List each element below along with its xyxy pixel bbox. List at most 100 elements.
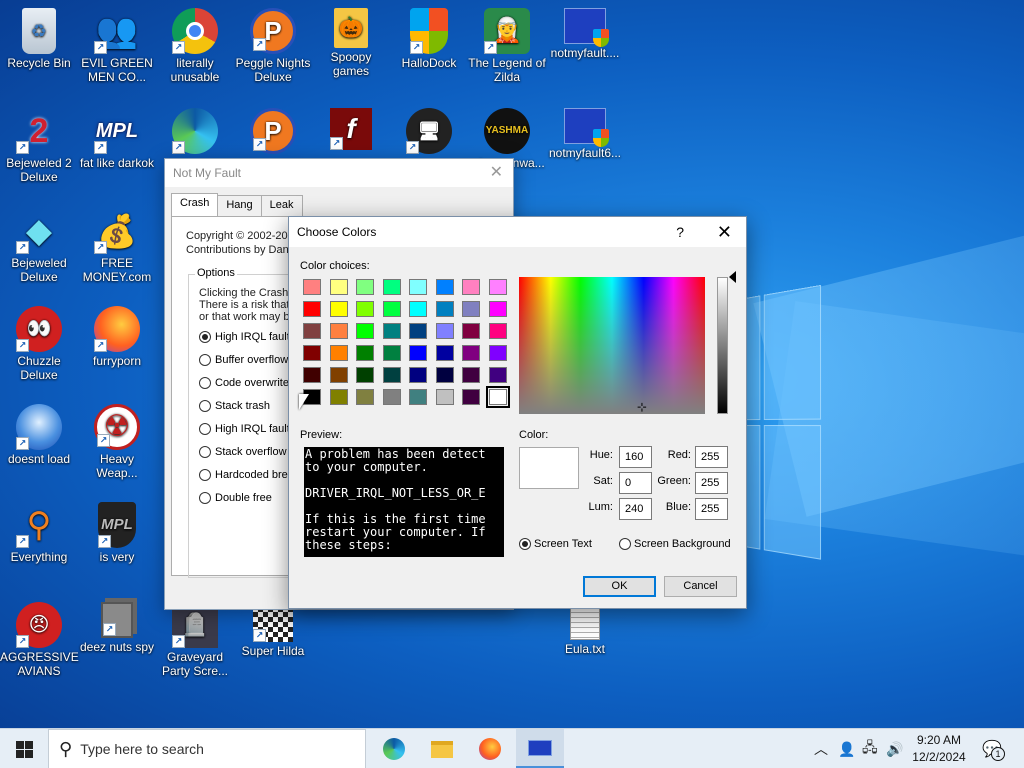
blue-field[interactable]: 255 bbox=[695, 498, 728, 520]
taskbar-notmyfault[interactable] bbox=[516, 729, 564, 768]
color-swatch[interactable] bbox=[329, 389, 348, 405]
color-swatch[interactable] bbox=[382, 367, 401, 383]
color-swatch[interactable] bbox=[435, 345, 454, 361]
close-icon[interactable]: ✕ bbox=[490, 159, 503, 187]
color-swatch[interactable] bbox=[382, 301, 401, 317]
color-swatch[interactable] bbox=[303, 301, 321, 317]
tab-leak[interactable]: Leak bbox=[260, 195, 303, 217]
color-swatch[interactable] bbox=[462, 367, 480, 383]
color-swatch[interactable] bbox=[409, 323, 427, 339]
notmyfault-titlebar[interactable]: Not My Fault ✕ bbox=[165, 159, 513, 187]
color-swatch[interactable] bbox=[409, 389, 427, 405]
taskbar-file-explorer[interactable] bbox=[418, 729, 466, 768]
show-hidden-icons[interactable]: ︿ bbox=[814, 729, 828, 768]
color-swatch[interactable] bbox=[462, 389, 480, 405]
desktop-icon-recycle-bin[interactable]: ♻ Recycle Bin bbox=[0, 8, 78, 70]
radio-screen-background[interactable]: Screen Background bbox=[619, 538, 731, 550]
color-swatch[interactable] bbox=[409, 279, 427, 295]
tab-crash[interactable]: Crash bbox=[171, 193, 219, 217]
color-swatch[interactable] bbox=[382, 323, 401, 339]
green-field[interactable]: 255 bbox=[695, 472, 728, 494]
color-swatch[interactable] bbox=[485, 386, 510, 408]
color-swatch[interactable] bbox=[462, 301, 480, 317]
color-swatch[interactable] bbox=[462, 345, 480, 361]
notification-center-button[interactable]: 💬 1 bbox=[982, 739, 1005, 761]
color-swatch[interactable] bbox=[329, 301, 348, 317]
radio-buffer-overflow[interactable]: Buffer overflow bbox=[199, 354, 288, 366]
color-swatch[interactable] bbox=[303, 279, 321, 295]
radio-code-overwrite[interactable]: Code overwrite bbox=[199, 377, 289, 389]
color-swatch[interactable] bbox=[329, 367, 348, 383]
desktop-icon-fat-like-darkok[interactable]: MPL ↗ fat like darkok bbox=[78, 108, 156, 170]
color-swatch[interactable] bbox=[382, 389, 401, 405]
color-swatch[interactable] bbox=[356, 389, 374, 405]
desktop-icon-bejeweled-2[interactable]: 2 ↗ Bejeweled 2 Deluxe bbox=[0, 108, 78, 184]
color-swatch[interactable] bbox=[356, 367, 374, 383]
choose-colors-titlebar[interactable]: Choose Colors ? ✕ bbox=[289, 217, 746, 247]
desktop-icon-edge[interactable]: ↗ bbox=[156, 108, 234, 156]
color-spectrum[interactable] bbox=[519, 277, 705, 414]
desktop-icon-chuzzle[interactable]: 👀 ↗ Chuzzle Deluxe bbox=[0, 306, 78, 382]
color-swatch[interactable] bbox=[488, 345, 507, 361]
luminosity-arrow-icon[interactable] bbox=[729, 271, 736, 283]
choose-colors-dialog[interactable]: Choose Colors ? ✕ Color choices: ⊹ Previ… bbox=[288, 216, 747, 609]
color-swatch[interactable] bbox=[303, 345, 321, 361]
desktop-icon-bejeweled-deluxe[interactable]: ◆ ↗ Bejeweled Deluxe bbox=[0, 208, 78, 284]
desktop-icon-hallodock[interactable]: ↗ HalloDock bbox=[390, 8, 468, 70]
radio-stack-trash[interactable]: Stack trash bbox=[199, 400, 270, 412]
color-swatch[interactable] bbox=[329, 345, 348, 361]
color-swatch[interactable] bbox=[356, 279, 374, 295]
color-swatch[interactable] bbox=[382, 279, 401, 295]
desktop-icon-heavy-weapon[interactable]: ☢ ↗ Heavy Weap... bbox=[78, 404, 156, 480]
desktop-icon-super-hilda[interactable]: ↗ Super Hilda bbox=[234, 602, 312, 658]
radio-stack-overflow[interactable]: Stack overflow bbox=[199, 446, 287, 458]
desktop-icon-aggressive-avians[interactable]: 😠 ↗ AGGRESSIVE AVIANS bbox=[0, 602, 79, 678]
taskbar-firefox[interactable] bbox=[466, 729, 514, 768]
tab-hang[interactable]: Hang bbox=[217, 195, 262, 217]
luminosity-slider[interactable] bbox=[717, 277, 728, 414]
color-swatch[interactable] bbox=[488, 367, 507, 383]
desktop-icon-free-money[interactable]: 💰 ↗ FREE MONEY.com bbox=[78, 208, 156, 284]
radio-double-free[interactable]: Double free bbox=[199, 492, 272, 504]
desktop-icon-graveyard-party[interactable]: 🪦 ↗ Graveyard Party Scre... bbox=[156, 602, 234, 678]
color-swatch[interactable] bbox=[303, 367, 321, 383]
color-swatch[interactable] bbox=[382, 345, 401, 361]
hue-field[interactable]: 160 bbox=[619, 446, 652, 468]
color-swatch[interactable] bbox=[356, 301, 374, 317]
desktop-icon-notmyfault-6[interactable]: notmyfault6... bbox=[546, 108, 624, 160]
color-swatch[interactable] bbox=[488, 323, 507, 339]
desktop-icon-legend-of-zilda[interactable]: 🧝 ↗ The Legend of Zilda bbox=[468, 8, 546, 84]
color-swatch[interactable] bbox=[435, 389, 454, 405]
color-swatch[interactable] bbox=[435, 323, 454, 339]
red-field[interactable]: 255 bbox=[695, 446, 728, 468]
tray-volume-icon[interactable]: 🔊 bbox=[886, 729, 903, 768]
color-swatch[interactable] bbox=[409, 345, 427, 361]
desktop-icon-eula[interactable]: Eula.txt bbox=[546, 602, 624, 656]
start-button[interactable] bbox=[0, 729, 48, 768]
color-swatch[interactable] bbox=[462, 323, 480, 339]
color-swatch[interactable] bbox=[409, 367, 427, 383]
tray-user-icon[interactable]: 👤 bbox=[838, 729, 855, 768]
help-icon[interactable]: ? bbox=[676, 217, 684, 247]
color-swatch[interactable] bbox=[303, 323, 321, 339]
desktop-icon-flash[interactable]: f ↗ bbox=[312, 108, 390, 152]
desktop-icon-furryporn[interactable]: ↗ furryporn bbox=[78, 306, 156, 368]
taskbar-edge[interactable] bbox=[370, 729, 418, 768]
desktop-icon-literally-unusable[interactable]: ↗ literally unusable bbox=[156, 8, 234, 84]
ok-button[interactable]: OK bbox=[583, 576, 656, 597]
cancel-button[interactable]: Cancel bbox=[664, 576, 737, 597]
color-swatch[interactable] bbox=[488, 279, 507, 295]
lum-field[interactable]: 240 bbox=[619, 498, 652, 520]
taskbar-clock[interactable]: 9:20 AM 12/2/2024 bbox=[908, 732, 970, 766]
desktop-icon-evil-green-men[interactable]: 👥 ↗ EVIL GREEN MEN CO... bbox=[78, 8, 156, 84]
radio-high-irql-fault-kernel[interactable]: High IRQL fault ( bbox=[199, 331, 297, 343]
color-swatch[interactable] bbox=[329, 323, 348, 339]
color-swatch[interactable] bbox=[435, 367, 454, 383]
radio-high-irql-fault-user[interactable]: High IRQL fault ( bbox=[199, 423, 297, 435]
color-swatch[interactable] bbox=[435, 301, 454, 317]
color-swatch[interactable] bbox=[409, 301, 427, 317]
desktop-icon-doesnt-load[interactable]: ↗ doesnt load bbox=[0, 404, 78, 466]
radio-hardcoded-breakpoint[interactable]: Hardcoded breal bbox=[199, 469, 296, 481]
color-swatch[interactable] bbox=[488, 301, 507, 317]
close-icon[interactable]: ✕ bbox=[717, 217, 732, 247]
